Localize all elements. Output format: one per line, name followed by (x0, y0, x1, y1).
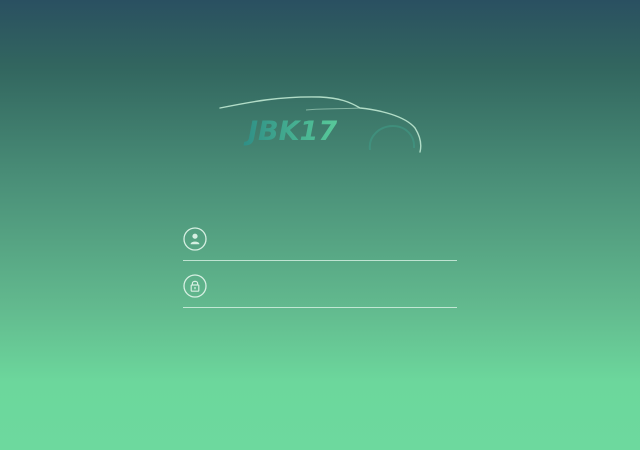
username-field (183, 218, 457, 261)
brand-logo: JBK17 (210, 88, 435, 158)
lock-icon (183, 274, 207, 298)
password-input[interactable] (217, 271, 457, 301)
user-icon (183, 227, 207, 251)
logo-text: JBK17 (243, 116, 337, 147)
car-logo-graphic: JBK17 (219, 96, 422, 153)
login-screen: JBK17 (0, 0, 640, 450)
username-input[interactable] (217, 224, 457, 254)
login-form (183, 218, 457, 308)
password-field (183, 265, 457, 308)
